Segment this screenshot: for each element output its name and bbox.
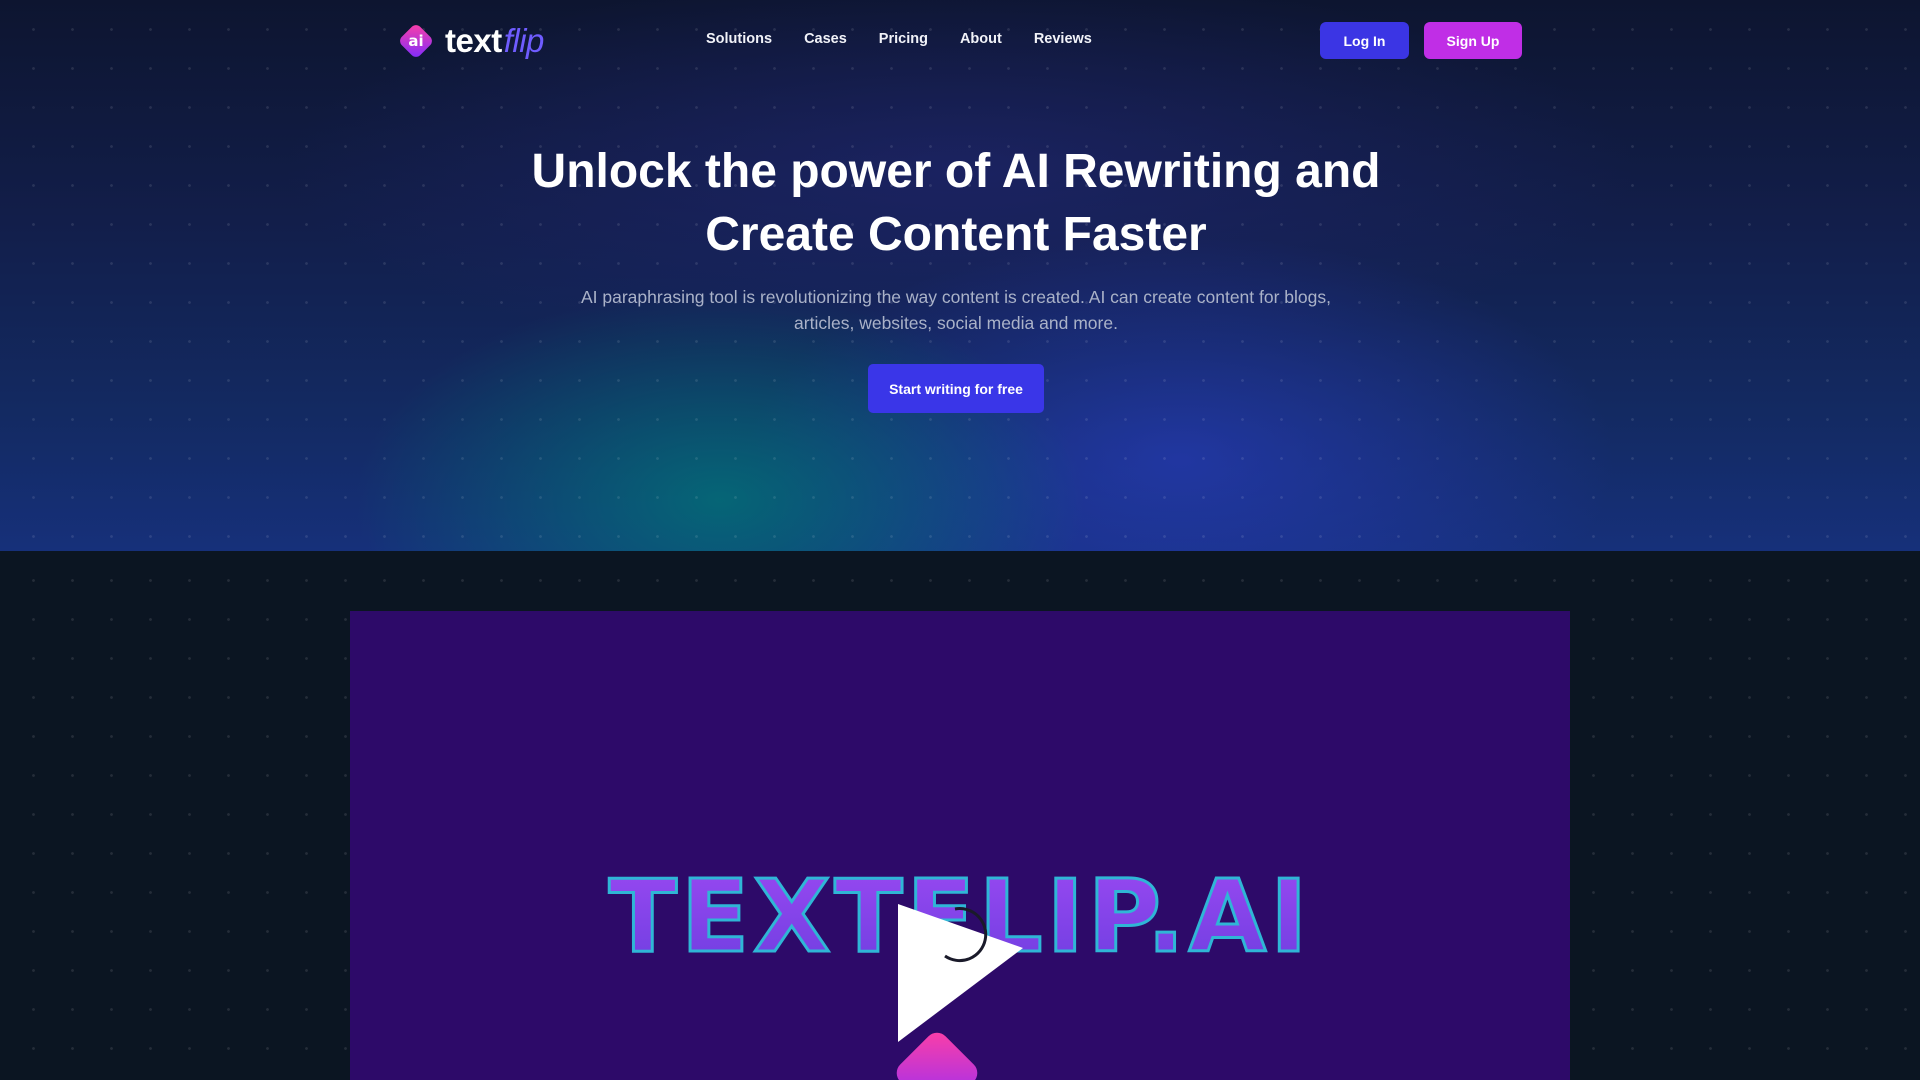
video-thumbnail: TEXTFLIP.AI xyxy=(607,857,1309,1080)
nav-link-reviews[interactable]: Reviews xyxy=(1034,31,1092,47)
hero-headline-line2: Create Content Faster xyxy=(705,208,1207,261)
top-navigation: ai textflip Solutions Cases Pricing Abou… xyxy=(0,0,1920,82)
ai-diamond-logo-icon: ai xyxy=(400,25,432,57)
signup-button[interactable]: Sign Up xyxy=(1424,22,1522,59)
nav-links: Solutions Cases Pricing About Reviews xyxy=(706,31,1092,47)
start-writing-button[interactable]: Start writing for free xyxy=(868,364,1044,413)
hero-headline-line1: Unlock the power of AI Rewriting and xyxy=(531,145,1381,198)
hero-headline: Unlock the power of AI Rewriting and Cre… xyxy=(0,140,1912,266)
hero-section: ai textflip Solutions Cases Pricing Abou… xyxy=(0,0,1920,551)
video-player[interactable]: TEXTFLIP.AI xyxy=(350,611,1570,1080)
logo-badge-text: ai xyxy=(408,32,423,50)
hero-subtext: AI paraphrasing tool is revolutionizing … xyxy=(570,284,1342,336)
nav-link-solutions[interactable]: Solutions xyxy=(706,31,772,47)
logo-wordmark-accent: flip xyxy=(503,22,545,59)
textflip-logo[interactable]: ai textflip xyxy=(395,18,544,64)
nav-link-pricing[interactable]: Pricing xyxy=(879,31,928,47)
hero-subtext-line2: articles, websites, social media and mor… xyxy=(794,313,1118,333)
login-button[interactable]: Log In xyxy=(1320,22,1409,59)
nav-link-about[interactable]: About xyxy=(960,31,1002,47)
logo-wordmark-main: text xyxy=(445,22,502,59)
hero-subtext-line1: AI paraphrasing tool is revolutionizing … xyxy=(580,287,1331,307)
nav-link-cases[interactable]: Cases xyxy=(804,31,847,47)
dot-pattern xyxy=(0,0,1920,551)
logo-wordmark: textflip xyxy=(445,22,544,60)
